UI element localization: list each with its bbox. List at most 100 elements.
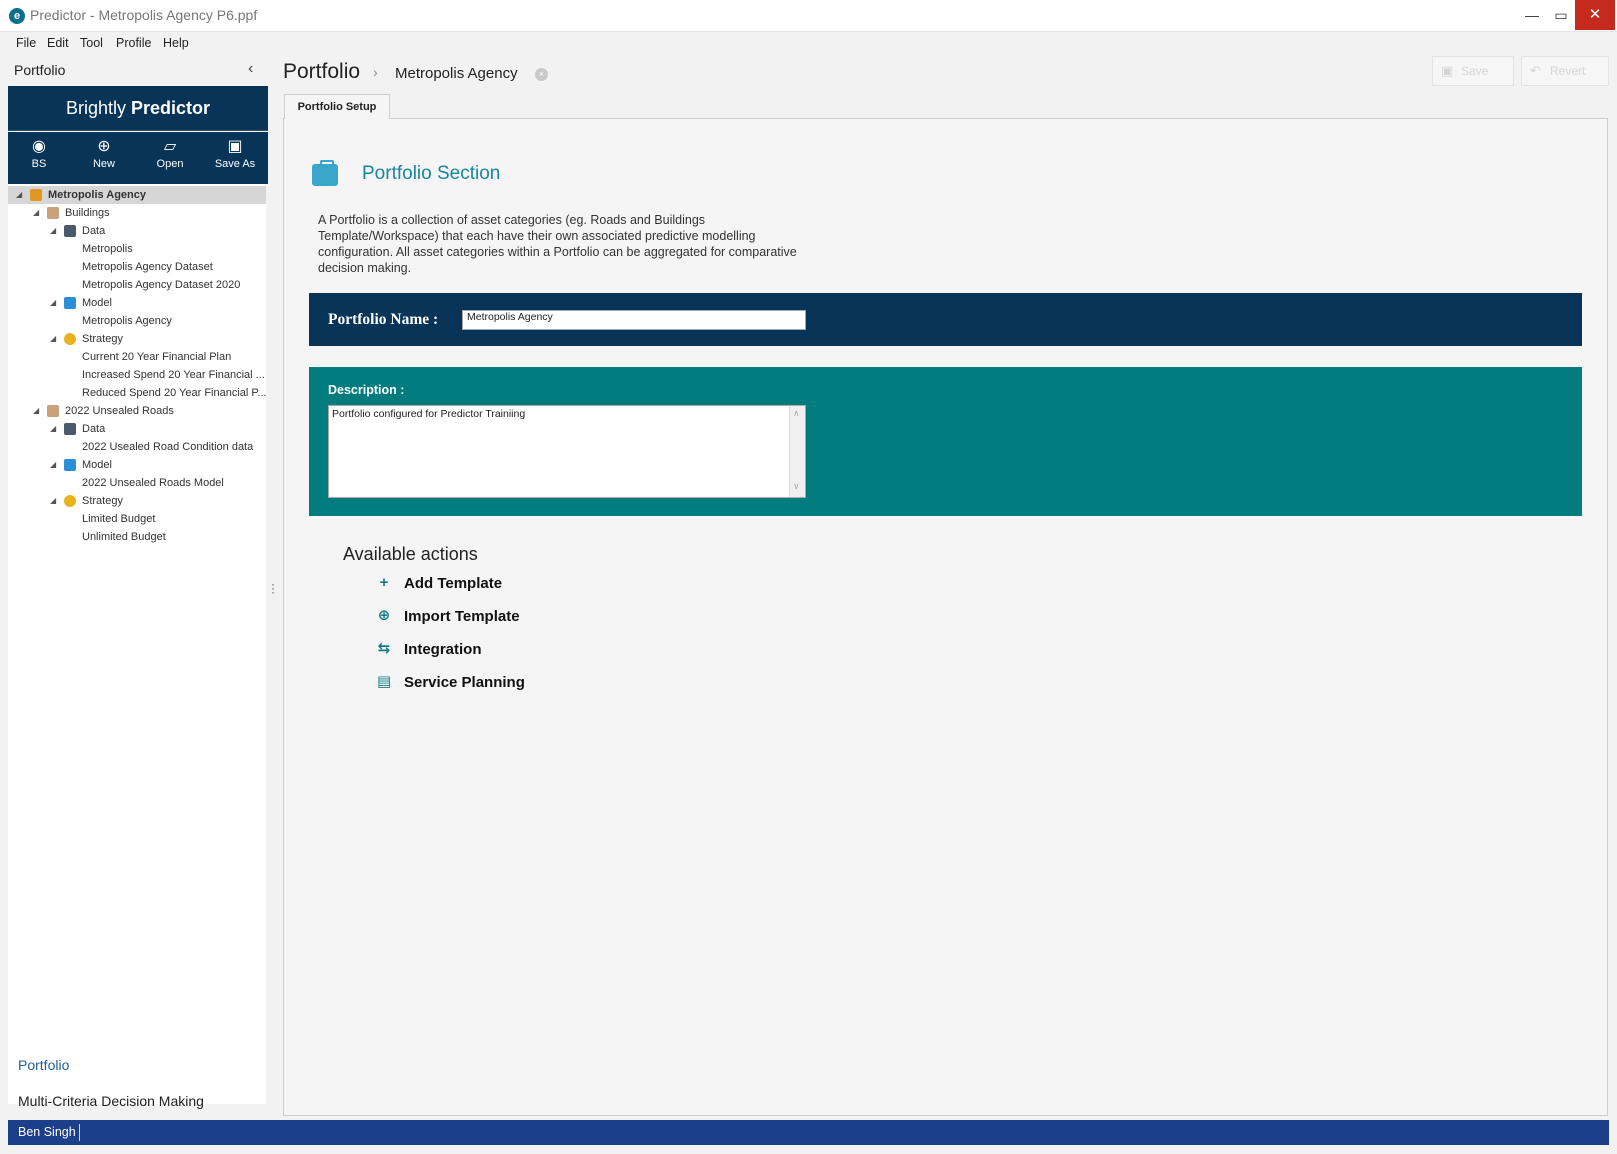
tree-item[interactable]: Metropolis [8, 240, 266, 258]
scroll-down-icon[interactable]: ∨ [793, 481, 800, 492]
tree-item[interactable]: ◢ 2022 Unsealed Roads [8, 402, 266, 420]
tree-item[interactable]: ◢ Model [8, 294, 266, 312]
portfolio-tree: ◢ Metropolis Agency ◢ Buildings ◢ Data Metropo… [8, 184, 267, 1104]
expand-arrow-icon[interactable]: ◢ [50, 492, 56, 510]
tree-item-label: Data [82, 225, 106, 237]
portfolio-setup-panel: Portfolio Section A Portfolio is a colle… [283, 118, 1608, 1116]
section-description: A Portfolio is a collection of asset cat… [318, 213, 797, 275]
expand-arrow-icon[interactable]: ◢ [33, 204, 39, 222]
add-template-action[interactable]: + Add Template [377, 573, 577, 595]
tree-item-label: Reduced Spend 20 Year Financial P... [82, 387, 267, 399]
title-bar: e Predictor - Metropolis Agency P6.ppf —… [0, 0, 1617, 32]
description-text: Portfolio configured for Predictor Train… [332, 408, 526, 420]
expand-arrow-icon[interactable]: ◢ [33, 402, 39, 420]
tree-item-label: Buildings [65, 207, 110, 219]
expand-arrow-icon[interactable]: ◢ [50, 456, 56, 474]
tree-item[interactable]: 2022 Usealed Road Condition data [8, 438, 266, 456]
tree-item[interactable]: ◢ Strategy [8, 330, 266, 348]
minimize-button[interactable]: — [1516, 0, 1548, 30]
revert-button[interactable]: ↶ Revert [1521, 56, 1609, 86]
profile-button[interactable]: ◉ BS [10, 138, 68, 170]
tree-item[interactable]: ◢ Buildings [8, 204, 266, 222]
bar-chart-icon [64, 297, 76, 309]
save-button[interactable]: ▣ Save [1432, 56, 1514, 86]
menu-file[interactable]: File [16, 36, 36, 50]
expand-arrow-icon[interactable]: ◢ [50, 420, 56, 438]
new-button[interactable]: ⊕ New [75, 138, 133, 170]
tree-item[interactable]: 2022 Unsealed Roads Model [8, 474, 266, 492]
scroll-up-icon[interactable]: ∧ [793, 408, 800, 419]
tab-portfolio-setup[interactable]: Portfolio Setup [284, 94, 390, 119]
service-planning-action[interactable]: ▤ Service Planning [377, 672, 577, 694]
nav-portfolio[interactable]: Portfolio [18, 1057, 69, 1073]
briefcase-icon [312, 160, 338, 186]
integration-label: Integration [404, 641, 482, 658]
tree-item-label: Strategy [82, 495, 123, 507]
menu-tool[interactable]: Tool [80, 36, 103, 50]
menu-bar: File Edit Tool Profile Help [0, 32, 1617, 54]
revert-button-label: Revert [1550, 64, 1586, 78]
open-button[interactable]: ▱ Open [141, 138, 199, 170]
collapse-sidebar-icon[interactable]: ‹ [248, 60, 253, 78]
import-circle-icon: ⊕ [377, 607, 391, 624]
tree-item-label: Strategy [82, 333, 123, 345]
tree-item[interactable]: ◢ Metropolis Agency [8, 186, 266, 204]
tree-item-label: Limited Budget [82, 513, 156, 525]
tree-item-label: Model [82, 459, 112, 471]
close-circle-icon[interactable]: × [535, 68, 548, 81]
category-icon [47, 207, 59, 219]
tree-item-label: Data [82, 423, 106, 435]
tree-item-label: Metropolis [82, 243, 133, 255]
profile-button-label: BS [31, 158, 47, 170]
brand-strong: Predictor [131, 98, 211, 118]
sidebar-title: Portfolio [14, 62, 66, 78]
menu-edit[interactable]: Edit [47, 36, 69, 50]
category-icon [47, 405, 59, 417]
user-icon: ◉ [32, 138, 46, 155]
save-as-button[interactable]: ▣ Save As [206, 138, 264, 170]
expand-arrow-icon[interactable]: ◢ [50, 294, 56, 312]
portfolio-name-input[interactable]: Metropolis Agency [462, 310, 806, 330]
database-icon [64, 423, 76, 435]
tree-item-label: Metropolis Agency [48, 189, 146, 201]
tree-item[interactable]: ◢ Model [8, 456, 266, 474]
expand-arrow-icon[interactable]: ◢ [50, 222, 56, 240]
import-template-action[interactable]: ⊕ Import Template [377, 606, 577, 628]
integration-icon: ⇆ [377, 640, 391, 657]
tree-item[interactable]: Limited Budget [8, 510, 266, 528]
description-label: Description : [328, 383, 405, 397]
maximize-button[interactable]: ▭ [1545, 0, 1577, 30]
status-divider [79, 1124, 80, 1141]
splitter-handle[interactable]: · · · [271, 578, 275, 598]
tree-item[interactable]: Current 20 Year Financial Plan [8, 348, 266, 366]
description-band: Description : Portfolio configured for P… [309, 367, 1582, 516]
chevron-right-icon: › [373, 64, 378, 80]
integration-action[interactable]: ⇆ Integration [377, 639, 577, 661]
tree-item[interactable]: Metropolis Agency Dataset [8, 258, 266, 276]
nav-mcdm[interactable]: Multi-Criteria Decision Making [18, 1093, 204, 1109]
brand-banner: Brightly Predictor [8, 86, 268, 131]
tree-item[interactable]: ◢ Data [8, 420, 266, 438]
tree-item[interactable]: Metropolis Agency [8, 312, 266, 330]
floppy-icon: ▣ [227, 138, 243, 155]
description-scrollbar[interactable]: ∧ ∨ [789, 406, 805, 497]
description-textarea[interactable]: Portfolio configured for Predictor Train… [328, 405, 806, 498]
tree-item[interactable]: Unlimited Budget [8, 528, 266, 546]
status-bar: Ben Singh [8, 1120, 1609, 1145]
expand-arrow-icon[interactable]: ◢ [50, 330, 56, 348]
sidebar: Portfolio ‹ Brightly Predictor ◉ BS ⊕ Ne… [8, 58, 268, 1118]
menu-help[interactable]: Help [163, 36, 189, 50]
tree-item[interactable]: ◢ Strategy [8, 492, 266, 510]
expand-arrow-icon[interactable]: ◢ [16, 186, 22, 204]
save-button-label: Save [1461, 64, 1489, 78]
tree-item[interactable]: Metropolis Agency Dataset 2020 [8, 276, 266, 294]
menu-profile[interactable]: Profile [116, 36, 151, 50]
tree-item[interactable]: Increased Spend 20 Year Financial ... [8, 366, 266, 384]
breadcrumb-root[interactable]: Portfolio [283, 60, 360, 84]
tree-item[interactable]: Reduced Spend 20 Year Financial P... [8, 384, 267, 402]
document-icon: ▤ [377, 673, 392, 690]
folder-open-icon: ▱ [163, 138, 177, 155]
close-button[interactable]: ✕ [1575, 0, 1615, 30]
tree-item[interactable]: ◢ Data [8, 222, 266, 240]
floppy-icon: ▣ [1441, 63, 1454, 78]
